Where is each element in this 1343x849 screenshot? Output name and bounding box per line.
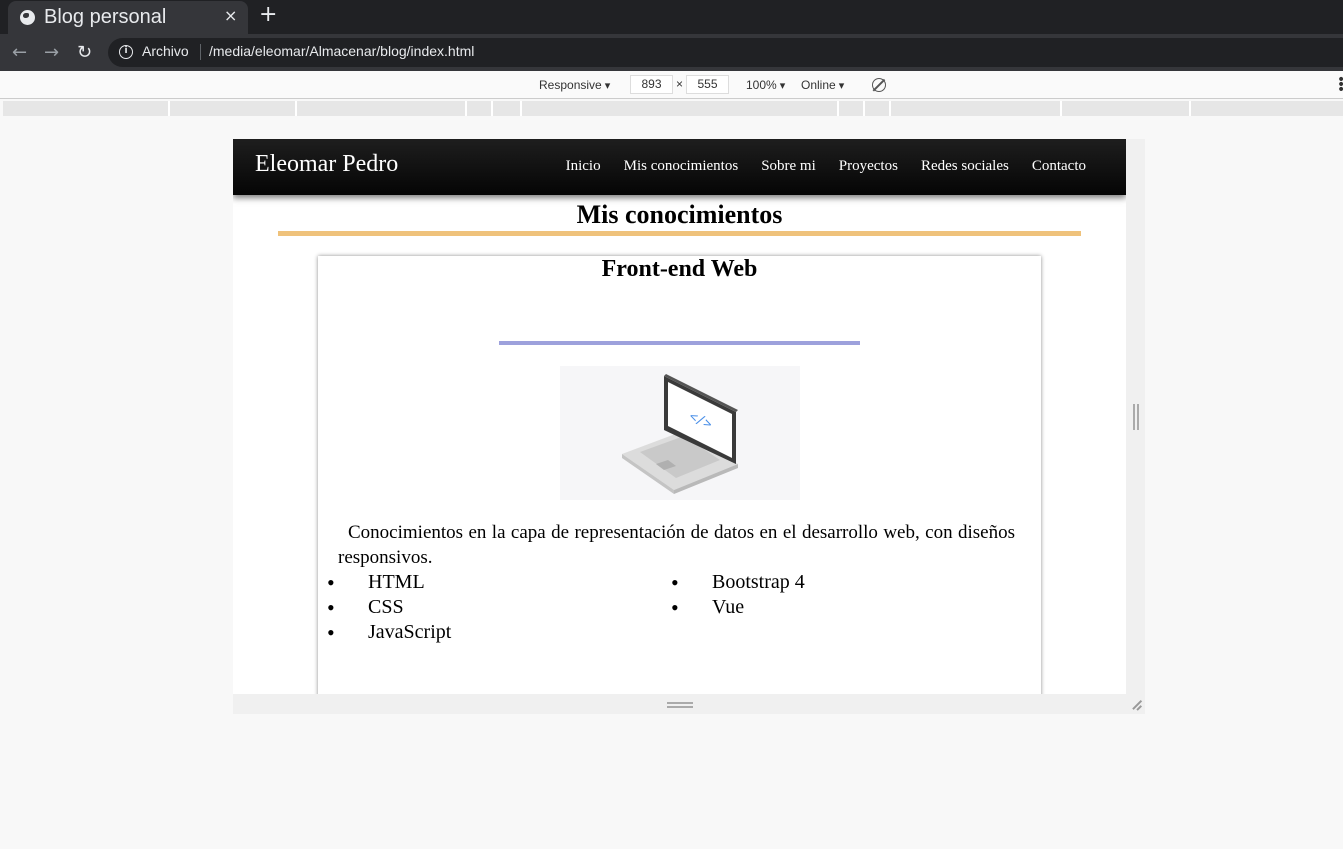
nav-link-contacto[interactable]: Contacto: [1032, 158, 1086, 175]
address-bar[interactable]: i Archivo /media/eleomar/Almacenar/blog/…: [108, 38, 1343, 67]
skill-item: Bootstrap 4: [662, 570, 1006, 595]
url-scheme-label: Archivo: [142, 43, 189, 59]
card-description: Conocimientos en la capa de representaci…: [338, 522, 1015, 568]
url-text[interactable]: /media/eleomar/Almacenar/blog/index.html: [209, 43, 474, 59]
ruler-tick: [863, 101, 865, 116]
section-title: Mis conocimientos: [576, 200, 783, 229]
more-options-icon[interactable]: •••: [1337, 73, 1343, 97]
tab-title: Blog personal: [44, 6, 167, 28]
height-input[interactable]: 555: [686, 75, 729, 94]
ruler-tick: [1060, 101, 1062, 116]
site-title[interactable]: Eleomar Pedro: [255, 151, 398, 178]
back-button[interactable]: ←: [12, 42, 27, 63]
site-nav: Inicio Mis conocimientos Sobre mi Proyec…: [566, 158, 1086, 175]
section-divider: [278, 231, 1081, 236]
skills-column-right: Bootstrap 4 Vue: [662, 570, 1006, 645]
site-header: Eleomar Pedro Inicio Mis conocimientos S…: [233, 139, 1126, 195]
forward-button[interactable]: →: [44, 42, 59, 63]
ruler-tick: [295, 101, 297, 116]
ruler-tick: [837, 101, 839, 116]
nav-link-inicio[interactable]: Inicio: [566, 158, 601, 175]
tab-close-button[interactable]: ×: [224, 6, 237, 25]
browser-tab[interactable]: Blog personal ×: [8, 1, 248, 34]
skill-item: JavaScript: [318, 620, 662, 645]
card-divider: [499, 341, 860, 345]
knowledge-card: Front-end Web </> Conocimientos en la ca…: [318, 256, 1041, 694]
card-title: Front-end Web: [601, 256, 758, 282]
skill-item: HTML: [318, 570, 662, 595]
emulated-viewport: Eleomar Pedro Inicio Mis conocimientos S…: [233, 139, 1126, 694]
tab-strip: Blog personal × +: [0, 0, 1343, 34]
browser-toolbar: ← → ↻ i Archivo /media/eleomar/Almacenar…: [0, 34, 1343, 71]
new-tab-button[interactable]: +: [259, 2, 277, 27]
ruler-tick: [889, 101, 891, 116]
skill-item: Vue: [662, 595, 1006, 620]
ruler-tick: [168, 101, 170, 116]
width-input[interactable]: 893: [630, 75, 673, 94]
nav-link-redes-sociales[interactable]: Redes sociales: [921, 158, 1009, 175]
nav-link-sobre-mi[interactable]: Sobre mi: [761, 158, 816, 175]
zoom-select[interactable]: 100%: [746, 78, 785, 92]
dimension-separator: ×: [676, 77, 684, 91]
reload-button[interactable]: ↻: [77, 42, 92, 63]
laptop-code-icon: </>: [560, 366, 800, 500]
device-toolbar: Responsive 893 × 555 100% Online: [0, 71, 1343, 99]
ruler-tick: [520, 101, 522, 116]
device-select[interactable]: Responsive: [539, 78, 610, 92]
skills-list: HTML CSS JavaScript Bootstrap 4 Vue: [318, 570, 1041, 645]
skill-item: CSS: [318, 595, 662, 620]
media-query-ruler[interactable]: [3, 101, 1343, 116]
ruler-tick: [491, 101, 493, 116]
address-separator: [200, 44, 201, 60]
resize-handle-right[interactable]: [1133, 404, 1139, 430]
network-select[interactable]: Online: [801, 78, 844, 92]
globe-icon: [20, 10, 35, 25]
skills-column-left: HTML CSS JavaScript: [318, 570, 662, 645]
ruler-tick: [465, 101, 467, 116]
nav-link-proyectos[interactable]: Proyectos: [839, 158, 898, 175]
resize-handle-bottom[interactable]: [667, 702, 693, 708]
nav-link-conocimientos[interactable]: Mis conocimientos: [624, 158, 739, 175]
resize-handle-corner[interactable]: [1129, 698, 1143, 712]
rotate-icon[interactable]: [872, 78, 886, 92]
ruler-tick: [1189, 101, 1191, 116]
info-icon[interactable]: i: [119, 45, 133, 59]
